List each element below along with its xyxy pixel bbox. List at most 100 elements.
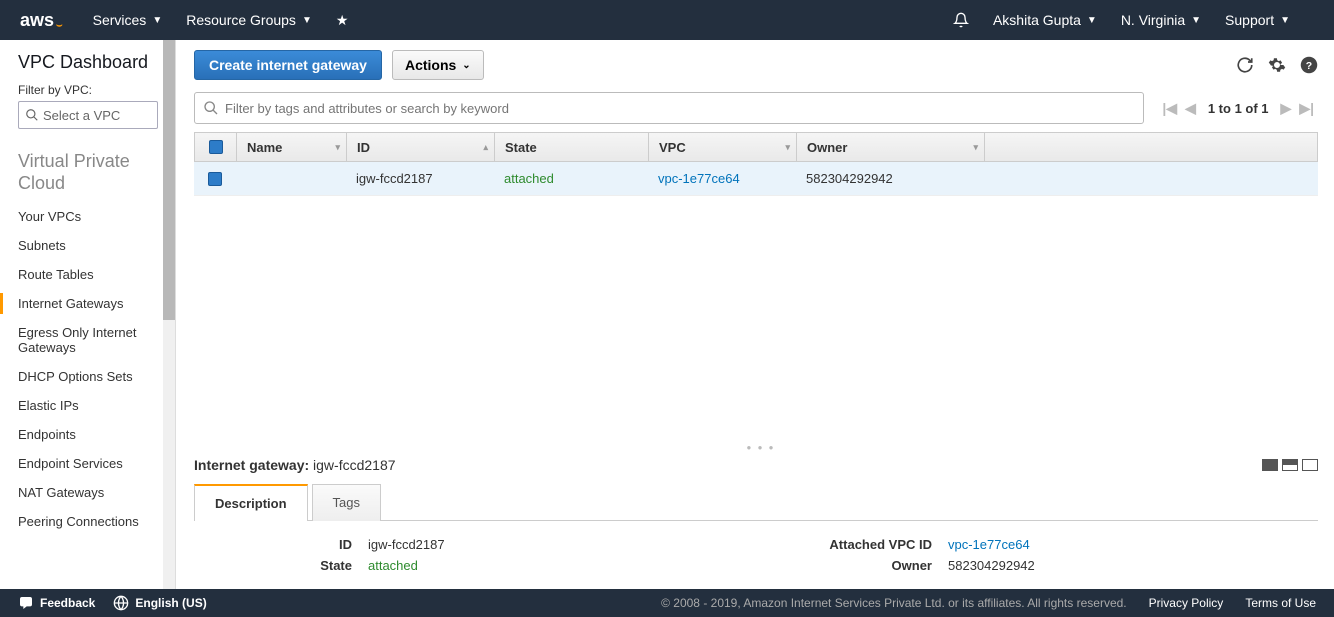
- pager-text: 1 to 1 of 1: [1208, 101, 1269, 116]
- detail-body: ID igw-fccd2187 State attached Attached …: [188, 521, 1334, 589]
- detail-id-label: ID: [228, 537, 368, 552]
- search-icon: [25, 108, 39, 122]
- pin-icon[interactable]: ★: [336, 12, 349, 29]
- th-vpc[interactable]: VPC▾: [649, 133, 797, 161]
- detail-vpc-label: Attached VPC ID: [768, 537, 948, 552]
- detail-state-value: attached: [368, 558, 568, 573]
- create-internet-gateway-button[interactable]: Create internet gateway: [194, 50, 382, 80]
- sidebar-item-your-vpcs[interactable]: Your VPCs: [18, 202, 159, 231]
- help-icon[interactable]: ?: [1300, 56, 1318, 74]
- language-selector[interactable]: English (US): [113, 595, 206, 611]
- resource-groups-menu[interactable]: Resource Groups ▼: [186, 12, 312, 28]
- detail-tabs: Description Tags: [194, 483, 1318, 521]
- chevron-down-icon: ▼: [1087, 15, 1097, 26]
- aws-swoosh-icon: ⌣: [56, 20, 63, 31]
- privacy-link[interactable]: Privacy Policy: [1149, 596, 1224, 610]
- detail-title: Internet gateway: igw-fccd2187: [194, 457, 396, 473]
- select-all-checkbox[interactable]: [195, 133, 237, 161]
- th-name[interactable]: Name▾: [237, 133, 347, 161]
- search-box[interactable]: [194, 92, 1144, 124]
- sidebar-item-subnets[interactable]: Subnets: [18, 231, 159, 260]
- sidebar-item-nat-gateways[interactable]: NAT Gateways: [18, 478, 159, 507]
- cell-owner: 582304292942: [796, 171, 984, 186]
- panel-max-icon[interactable]: [1302, 459, 1318, 471]
- chevron-down-icon: ▼: [1280, 15, 1290, 26]
- pager-next-icon[interactable]: ▶: [1277, 100, 1296, 117]
- gear-icon[interactable]: [1268, 56, 1286, 74]
- chevron-down-icon: ⌄: [462, 60, 470, 71]
- top-nav: aws ⌣ Services ▼ Resource Groups ▼ ★ Aks…: [0, 0, 1334, 40]
- sidebar-item-peering[interactable]: Peering Connections: [18, 507, 159, 536]
- sort-icon: ▴: [483, 142, 488, 153]
- search-input[interactable]: [219, 101, 1135, 116]
- sidebar-section-heading: Virtual Private Cloud: [18, 151, 159, 194]
- sidebar-item-internet-gateways[interactable]: Internet Gateways: [18, 289, 159, 318]
- refresh-icon[interactable]: [1236, 56, 1254, 74]
- actions-button[interactable]: Actions ⌄: [392, 50, 484, 80]
- actions-label: Actions: [405, 57, 456, 73]
- language-label: English (US): [135, 596, 206, 610]
- igw-table: Name▾ ID▴ State VPC▾ Owner▾ igw-fccd2187…: [194, 132, 1318, 196]
- pager-last-icon[interactable]: ▶|: [1295, 100, 1318, 117]
- svg-text:?: ?: [1306, 60, 1312, 72]
- th-id[interactable]: ID▴: [347, 133, 495, 161]
- notifications-icon[interactable]: [953, 12, 969, 28]
- table-header: Name▾ ID▴ State VPC▾ Owner▾: [194, 132, 1318, 162]
- feedback-link[interactable]: Feedback: [18, 595, 95, 611]
- sidebar-item-dhcp[interactable]: DHCP Options Sets: [18, 362, 159, 391]
- detail-state-label: State: [228, 558, 368, 573]
- user-label: Akshita Gupta: [993, 12, 1081, 28]
- tab-description[interactable]: Description: [194, 484, 308, 521]
- chevron-down-icon: ▼: [1191, 15, 1201, 26]
- cell-state: attached: [494, 171, 648, 186]
- toolbar: Create internet gateway Actions ⌄ ?: [188, 40, 1334, 88]
- chevron-down-icon: ▼: [152, 15, 162, 26]
- sort-icon: ▾: [973, 142, 978, 153]
- sidebar: VPC Dashboard Filter by VPC: Select a VP…: [0, 40, 175, 589]
- table-row[interactable]: igw-fccd2187 attached vpc-1e77ce64 58230…: [194, 162, 1318, 196]
- search-icon: [203, 100, 219, 116]
- vpc-select[interactable]: Select a VPC: [18, 101, 158, 129]
- detail-id-value: igw-fccd2187: [368, 537, 568, 552]
- panel-min-icon[interactable]: [1262, 459, 1278, 471]
- filter-by-vpc-label: Filter by VPC:: [18, 83, 159, 97]
- detail-vpc-link[interactable]: vpc-1e77ce64: [948, 537, 1148, 552]
- services-menu[interactable]: Services ▼: [93, 12, 163, 28]
- detail-header: Internet gateway: igw-fccd2187: [188, 453, 1334, 483]
- support-menu[interactable]: Support ▼: [1225, 12, 1290, 28]
- sidebar-scrollbar[interactable]: [163, 40, 175, 589]
- aws-logo[interactable]: aws ⌣: [20, 10, 63, 31]
- row-checkbox[interactable]: [208, 172, 222, 186]
- user-menu[interactable]: Akshita Gupta ▼: [993, 12, 1097, 28]
- sidebar-title[interactable]: VPC Dashboard: [18, 52, 159, 73]
- region-menu[interactable]: N. Virginia ▼: [1121, 12, 1201, 28]
- support-label: Support: [1225, 12, 1274, 28]
- sidebar-item-endpoints[interactable]: Endpoints: [18, 420, 159, 449]
- feedback-label: Feedback: [40, 596, 95, 610]
- th-owner[interactable]: Owner▾: [797, 133, 985, 161]
- terms-link[interactable]: Terms of Use: [1245, 596, 1316, 610]
- tab-tags[interactable]: Tags: [312, 484, 381, 521]
- detail-owner-value: 582304292942: [948, 558, 1148, 573]
- th-state[interactable]: State: [495, 133, 649, 161]
- sidebar-item-endpoint-services[interactable]: Endpoint Services: [18, 449, 159, 478]
- sort-icon: ▾: [335, 142, 340, 153]
- pager-prev-icon[interactable]: ◀: [1181, 100, 1200, 117]
- panel-mid-icon[interactable]: [1282, 459, 1298, 471]
- sort-icon: ▾: [785, 142, 790, 153]
- services-label: Services: [93, 12, 147, 28]
- aws-logo-text: aws: [20, 10, 54, 31]
- sidebar-item-elastic-ips[interactable]: Elastic IPs: [18, 391, 159, 420]
- detail-splitter-handle[interactable]: ● ● ●: [188, 441, 1334, 453]
- footer: Feedback English (US) © 2008 - 2019, Ama…: [0, 589, 1334, 617]
- sidebar-item-route-tables[interactable]: Route Tables: [18, 260, 159, 289]
- pager: |◀ ◀ 1 to 1 of 1 ▶ ▶|: [1158, 100, 1318, 117]
- pager-first-icon[interactable]: |◀: [1158, 100, 1181, 117]
- cell-vpc-link[interactable]: vpc-1e77ce64: [648, 171, 796, 186]
- main-pane: Create internet gateway Actions ⌄ ? |◀ ◀…: [175, 40, 1334, 589]
- region-label: N. Virginia: [1121, 12, 1185, 28]
- resource-groups-label: Resource Groups: [186, 12, 296, 28]
- detail-owner-label: Owner: [768, 558, 948, 573]
- chevron-down-icon: ▼: [302, 15, 312, 26]
- sidebar-item-egress-only[interactable]: Egress Only Internet Gateways: [18, 318, 159, 362]
